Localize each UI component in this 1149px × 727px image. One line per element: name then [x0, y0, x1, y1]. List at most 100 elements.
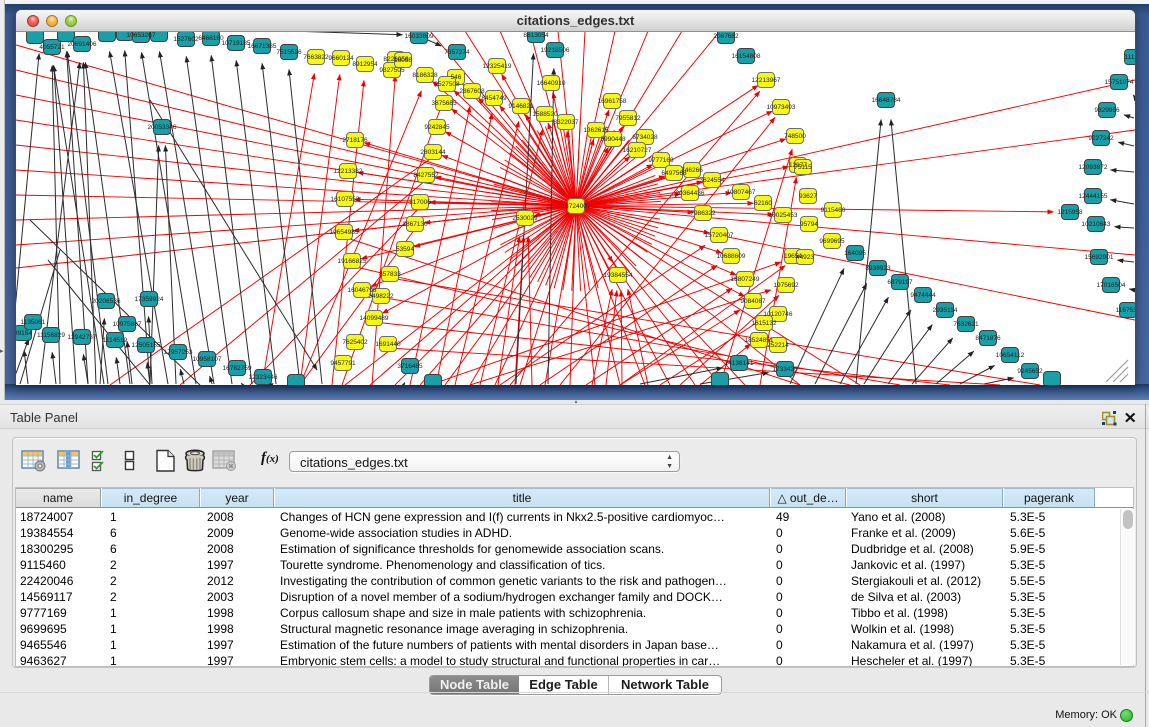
svg-text:15692901: 15692901 — [1085, 254, 1114, 261]
svg-text:12942737: 12942737 — [68, 334, 97, 341]
svg-text:3875685: 3875685 — [431, 100, 457, 107]
svg-text:19218506: 19218506 — [541, 47, 570, 54]
svg-text:7357274: 7357274 — [444, 49, 470, 56]
svg-text:9242845: 9242845 — [424, 124, 450, 131]
svg-text:2867608: 2867608 — [459, 88, 485, 95]
svg-text:8427552: 8427552 — [413, 172, 439, 179]
svg-text:16154808: 16154808 — [732, 53, 761, 60]
svg-text:6879197: 6879197 — [887, 279, 913, 286]
svg-text:748500: 748500 — [784, 133, 806, 140]
svg-text:9457791: 9457791 — [330, 360, 356, 367]
svg-text:1615132: 1615132 — [751, 320, 777, 327]
svg-text:546: 546 — [451, 74, 462, 81]
svg-text:10688609: 10688609 — [717, 253, 746, 260]
svg-text:1114519: 1114519 — [103, 337, 128, 344]
svg-text:12444155: 12444155 — [1079, 193, 1108, 200]
svg-text:9084067: 9084067 — [740, 298, 766, 305]
svg-text:20364436: 20364436 — [676, 190, 705, 197]
svg-text:16107552: 16107552 — [331, 196, 360, 203]
svg-text:12213967: 12213967 — [752, 77, 781, 84]
svg-text:16782759: 16782759 — [223, 365, 252, 372]
svg-text:9327505: 9327505 — [379, 67, 405, 74]
svg-text:53594: 53594 — [396, 246, 414, 253]
svg-text:93627: 93627 — [799, 193, 817, 200]
svg-text:164095: 164095 — [844, 250, 866, 257]
svg-text:3716485: 3716485 — [397, 363, 423, 370]
svg-text:2087682: 2087682 — [713, 33, 739, 40]
svg-text:9777169: 9777169 — [648, 157, 674, 164]
svg-text:16961758: 16961758 — [598, 98, 627, 105]
svg-text:19384554: 19384554 — [604, 272, 633, 279]
svg-text:1691440: 1691440 — [375, 341, 401, 348]
svg-text:9329966: 9329966 — [1094, 107, 1120, 114]
svg-text:2867130: 2867130 — [402, 221, 428, 228]
svg-text:9245652: 9245652 — [1017, 368, 1043, 375]
svg-text:17359924: 17359924 — [135, 296, 164, 303]
svg-text:8186328: 8186328 — [412, 72, 438, 79]
svg-text:20206536: 20206536 — [92, 298, 121, 305]
svg-text:857833: 857833 — [379, 271, 401, 278]
svg-text:1167533: 1167533 — [1116, 307, 1135, 314]
svg-text:3498222: 3498222 — [368, 293, 394, 300]
svg-text:17016504: 17016504 — [1097, 282, 1126, 289]
svg-text:10807467: 10807467 — [727, 189, 756, 196]
svg-text:7955812: 7955812 — [615, 115, 641, 122]
svg-text:15751074: 15751074 — [1105, 79, 1134, 86]
svg-text:6734028: 6734028 — [632, 134, 658, 141]
svg-text:10719185: 10719185 — [222, 40, 251, 47]
svg-text:1588520: 1588520 — [532, 111, 558, 118]
svg-text:10210643: 10210643 — [1082, 221, 1111, 228]
svg-text:746266: 746266 — [681, 167, 703, 174]
svg-text:16671385: 16671385 — [248, 43, 277, 50]
svg-text:9474444: 9474444 — [910, 292, 936, 299]
svg-text:1975692: 1975692 — [773, 282, 799, 289]
svg-text:10120746: 10120746 — [764, 311, 793, 318]
svg-text:8471876: 8471876 — [975, 335, 1001, 342]
svg-text:17957253: 17957253 — [164, 349, 193, 356]
svg-text:16210727: 16210727 — [623, 147, 652, 154]
svg-text:11156829: 11156829 — [37, 332, 65, 339]
svg-text:95794: 95794 — [800, 221, 818, 228]
svg-text:252214: 252214 — [767, 342, 789, 349]
svg-text:10975887: 10975887 — [113, 321, 142, 328]
svg-text:9227342: 9227342 — [1088, 135, 1114, 142]
svg-text:16033809: 16033809 — [405, 33, 434, 40]
svg-text:1135061: 1135061 — [21, 319, 46, 326]
svg-text:1527602: 1527602 — [173, 36, 199, 43]
svg-text:1733426: 1733426 — [772, 366, 798, 373]
svg-text:16648784: 16648784 — [872, 97, 901, 104]
svg-text:9527508: 9527508 — [434, 81, 460, 88]
svg-text:16058: 16058 — [394, 57, 412, 64]
svg-text:7986322: 7986322 — [690, 210, 716, 217]
svg-text:12093872: 12093872 — [1079, 164, 1108, 171]
svg-text:19654985: 19654985 — [330, 229, 359, 236]
svg-text:8990448: 8990448 — [600, 136, 626, 143]
svg-text:9146821: 9146821 — [508, 103, 534, 110]
svg-text:10025453: 10025453 — [769, 212, 798, 219]
svg-text:9660124: 9660124 — [328, 55, 354, 62]
svg-text:18724007: 18724007 — [562, 203, 591, 210]
svg-text:7625402: 7625402 — [342, 339, 368, 346]
svg-text:4055721: 4055721 — [39, 44, 65, 51]
svg-text:8938923: 8938923 — [865, 265, 891, 272]
svg-text:12505155: 12505155 — [132, 342, 161, 349]
svg-text:2803144: 2803144 — [420, 149, 446, 156]
svg-text:10654112: 10654112 — [996, 352, 1025, 359]
svg-text:15720407: 15720407 — [705, 232, 734, 239]
svg-text:20053346: 20053346 — [148, 124, 177, 131]
svg-text:10973493: 10973493 — [767, 104, 796, 111]
svg-text:18807249: 18807249 — [731, 276, 760, 283]
svg-text:6466160: 6466160 — [198, 35, 224, 42]
svg-text:10653267: 10653267 — [127, 32, 156, 39]
svg-text:9115460: 9115460 — [821, 207, 846, 214]
svg-text:3624554: 3624554 — [699, 177, 725, 184]
svg-text:2718176: 2718176 — [342, 137, 368, 144]
svg-text:75115: 75115 — [794, 164, 812, 171]
svg-text:14099489: 14099489 — [360, 315, 389, 322]
svg-text:8454749: 8454749 — [481, 95, 507, 102]
svg-text:20691406: 20691406 — [68, 41, 97, 48]
svg-text:8912954: 8912954 — [352, 61, 378, 68]
svg-text:12325419: 12325419 — [483, 63, 512, 70]
svg-text:8813054: 8813054 — [523, 32, 549, 39]
svg-text:16640910: 16640910 — [537, 80, 566, 87]
